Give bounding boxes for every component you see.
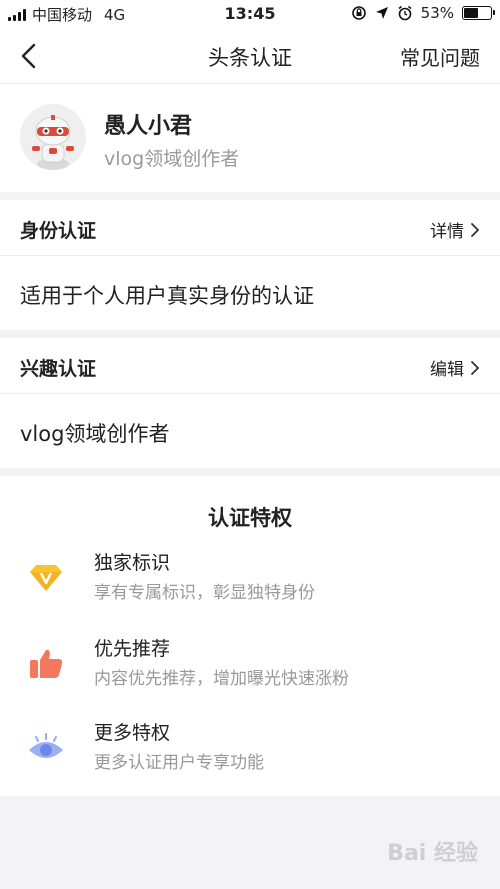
perk-item: 更多特权 更多认证用户专享功能 xyxy=(0,718,500,778)
robot-avatar-icon xyxy=(20,104,86,170)
divider xyxy=(0,330,500,338)
identity-label: 身份认证 xyxy=(20,220,97,242)
interest-edit-link[interactable]: 编辑 xyxy=(430,355,480,380)
v-diamond-icon xyxy=(30,565,62,591)
interest-header: 兴趣认证 编辑 xyxy=(0,338,500,394)
battery-icon xyxy=(462,6,495,20)
perk-description: 内容优先推荐，增加曝光快速涨粉 xyxy=(94,669,349,689)
avatar[interactable] xyxy=(20,104,86,170)
divider xyxy=(0,192,500,200)
nav-bar: 头条认证 常见问题 xyxy=(0,28,500,84)
interest-section: 兴趣认证 编辑 vlog领域创作者 xyxy=(0,338,500,468)
faq-link[interactable]: 常见问题 xyxy=(400,42,480,71)
divider xyxy=(0,468,500,476)
perks-section: 认证特权 独家标识 享有专属标识，彰显独特身份 优先推荐 内容优先推荐，增加曝光… xyxy=(0,476,500,796)
alarm-icon xyxy=(398,5,412,21)
battery-fill xyxy=(464,8,478,18)
perk-description: 更多认证用户专享功能 xyxy=(94,753,264,773)
perk-item: 优先推荐 内容优先推荐，增加曝光快速涨粉 xyxy=(0,634,500,694)
identity-header: 身份认证 详情 xyxy=(0,200,500,256)
page: 中国移动 4G 13:45 53% 头条认证 常见问题 愚人小君 vlog领域创… xyxy=(0,0,500,889)
user-subtitle: vlog领域创作者 xyxy=(104,148,240,170)
battery-percent: 53% xyxy=(420,4,454,22)
thumbs-up-icon xyxy=(30,649,63,678)
location-icon xyxy=(375,7,388,19)
interest-action-label: 编辑 xyxy=(430,360,464,380)
status-right: 53% xyxy=(351,4,495,22)
chevron-right-icon xyxy=(471,222,480,237)
interest-description: vlog领域创作者 xyxy=(20,422,170,446)
lock-rotation-icon xyxy=(351,6,366,20)
profile-card: 愚人小君 vlog领域创作者 xyxy=(0,84,500,192)
perk-item: 独家标识 享有专属标识，彰显独特身份 xyxy=(0,548,500,608)
eye-icon xyxy=(29,732,63,758)
baidu-watermark-logo: Bai 经验 xyxy=(387,841,478,866)
identity-body: 适用于个人用户真实身份的认证 xyxy=(0,256,500,330)
perk-name: 独家标识 xyxy=(94,552,171,574)
identity-description: 适用于个人用户真实身份的认证 xyxy=(20,284,314,308)
interest-label: 兴趣认证 xyxy=(20,358,97,380)
chevron-right-icon xyxy=(471,360,480,375)
identity-section: 身份认证 详情 适用于个人用户真实身份的认证 xyxy=(0,200,500,330)
identity-details-link[interactable]: 详情 xyxy=(430,217,480,242)
perk-description: 享有专属标识，彰显独特身份 xyxy=(94,583,315,603)
identity-action-label: 详情 xyxy=(430,222,464,242)
status-bar: 中国移动 4G 13:45 53% xyxy=(0,0,500,28)
perks-title: 认证特权 xyxy=(208,506,292,530)
user-name: 愚人小君 xyxy=(104,114,193,139)
interest-body: vlog领域创作者 xyxy=(0,394,500,468)
perk-name: 更多特权 xyxy=(94,722,171,744)
perk-name: 优先推荐 xyxy=(94,638,171,660)
